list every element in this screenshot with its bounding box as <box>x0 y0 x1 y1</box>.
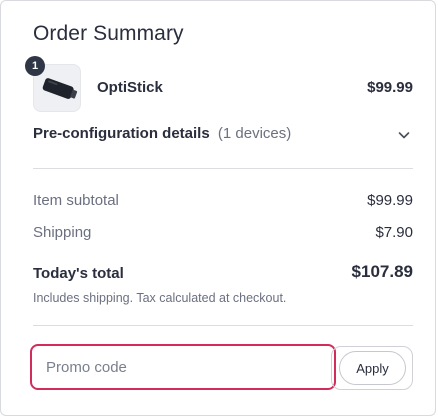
shipping-row: Shipping $7.90 <box>33 224 413 241</box>
quantity-badge: 1 <box>25 56 45 76</box>
subtotal-label: Item subtotal <box>33 192 119 209</box>
promo-code-field[interactable] <box>30 344 336 390</box>
total-note: Includes shipping. Tax calculated at che… <box>33 291 287 305</box>
product-line-item: 1 OptiStick $99.99 <box>25 56 413 112</box>
product-price: $99.99 <box>367 79 413 96</box>
order-summary-card: Order Summary 1 OptiStick $99.99 Pre-con… <box>0 0 436 416</box>
divider <box>33 325 413 326</box>
apply-promo-button[interactable]: Apply <box>339 351 406 385</box>
shipping-label: Shipping <box>33 224 92 241</box>
divider <box>33 168 413 169</box>
product-name: OptiStick <box>97 79 163 96</box>
subtotal-row: Item subtotal $99.99 <box>33 192 413 209</box>
total-value: $107.89 <box>351 262 413 281</box>
chevron-down-icon[interactable] <box>397 128 411 142</box>
preconfiguration-toggle[interactable]: Pre-configuration details (1 devices) <box>33 125 413 145</box>
preconfiguration-label: Pre-configuration details <box>33 125 210 142</box>
total-row: Today's total $107.89 <box>33 262 413 283</box>
total-label: Today's total <box>33 265 124 282</box>
promo-code-input[interactable] <box>36 350 330 384</box>
order-summary-title: Order Summary <box>33 22 184 45</box>
preconfiguration-device-count: (1 devices) <box>217 125 292 142</box>
subtotal-value: $99.99 <box>367 192 413 209</box>
shipping-value: $7.90 <box>375 224 413 241</box>
